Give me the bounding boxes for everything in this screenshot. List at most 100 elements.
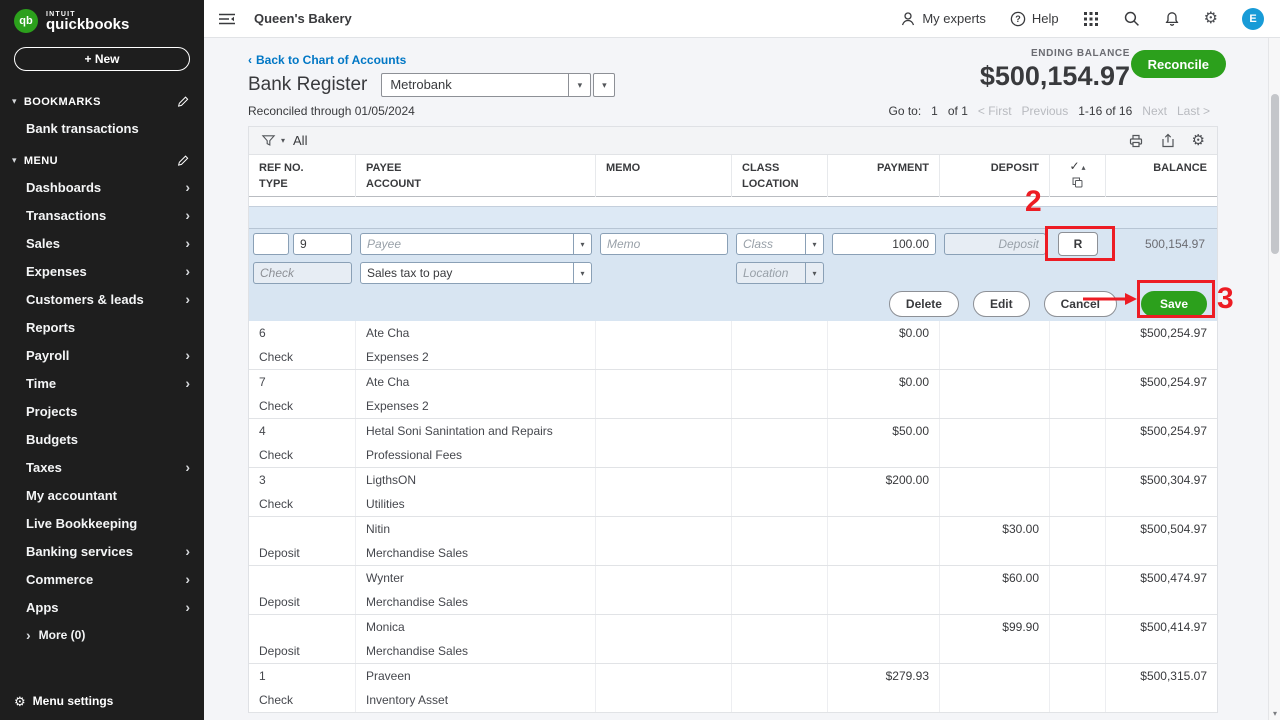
goto-page-input[interactable]: 1 xyxy=(931,104,938,118)
col-memo: MEMO xyxy=(606,160,721,176)
edit-row-balance: 500,154.97 xyxy=(1106,229,1217,259)
sidebar-item-label: Banking services xyxy=(26,544,133,559)
search-icon[interactable] xyxy=(1123,10,1140,27)
chevron-right-icon: › xyxy=(185,460,190,474)
date-input-partial[interactable] xyxy=(253,233,289,255)
sidebar-item[interactable]: Projects xyxy=(0,397,204,425)
sidebar-item[interactable]: Customers & leads› xyxy=(0,285,204,313)
sidebar-item[interactable]: Dashboards› xyxy=(0,173,204,201)
account-select-input[interactable]: Sales tax to pay ▾ xyxy=(360,262,592,284)
vertical-scrollbar[interactable]: ▾ xyxy=(1268,38,1280,720)
topbar: Queen's Bakery My experts ? Help ⚙ E xyxy=(204,0,1280,38)
deposit-input xyxy=(944,233,1046,255)
sidebar-item[interactable]: Reports xyxy=(0,313,204,341)
chevron-right-icon: › xyxy=(185,544,190,558)
sidebar-item-more[interactable]: › More (0) xyxy=(0,621,204,649)
edit-row-line2: Sales tax to pay ▾ Location ▾ xyxy=(249,259,1217,287)
page-title: Bank Register xyxy=(248,74,367,96)
chevron-down-icon: ▾ xyxy=(602,80,607,91)
scroll-down-icon[interactable]: ▾ xyxy=(1269,706,1280,720)
table-settings-gear-icon[interactable]: ⚙ xyxy=(1192,133,1205,148)
register-table: ▾ All ⚙ REF NO.TYPE PAYEEACCOUNT MEMO CL… xyxy=(248,126,1218,713)
sidebar-item-label: My accountant xyxy=(26,488,117,503)
reconcile-status-button[interactable]: R xyxy=(1058,232,1098,256)
sidebar-item[interactable]: Commerce› xyxy=(0,565,204,593)
sidebar-more-label: More (0) xyxy=(39,628,86,642)
table-row[interactable]: 4CheckHetal Soni Sanintation and Repairs… xyxy=(249,419,1217,468)
row-range-label: 1-16 of 16 xyxy=(1078,104,1132,118)
print-icon[interactable] xyxy=(1128,133,1144,149)
delete-button[interactable]: Delete xyxy=(889,291,959,317)
filter-dropdown[interactable]: ▾ All xyxy=(261,133,307,148)
sidebar-item[interactable]: Apps› xyxy=(0,593,204,621)
table-row[interactable]: 6CheckAte ChaExpenses 2$0.00$500,254.97 xyxy=(249,321,1217,370)
location-select: Location ▾ xyxy=(736,262,824,284)
last-page-link[interactable]: Last > xyxy=(1177,104,1210,118)
bookmarks-section-header[interactable]: ▾ BOOKMARKS xyxy=(0,83,204,114)
reconcile-column-sort[interactable]: ✓▴ xyxy=(1054,158,1101,176)
sidebar-item[interactable]: Transactions › xyxy=(0,201,204,229)
sidebar-item[interactable]: Payroll› xyxy=(0,341,204,369)
table-row[interactable]: DepositNitinMerchandise Sales$30.00$500,… xyxy=(249,517,1217,566)
sidebar-item-label: Live Bookkeeping xyxy=(26,516,137,531)
collapse-sidebar-icon[interactable] xyxy=(218,11,236,27)
edit-bookmarks-icon[interactable] xyxy=(177,95,190,108)
export-icon[interactable] xyxy=(1160,133,1176,149)
sidebar-item[interactable]: Taxes› xyxy=(0,453,204,481)
sidebar-item[interactable]: Sales› xyxy=(0,229,204,257)
edit-menu-icon[interactable] xyxy=(177,154,190,167)
edit-row-buttons: Delete Edit Cancel Save xyxy=(249,287,1217,321)
previous-page-link[interactable]: Previous xyxy=(1022,104,1069,118)
copy-icon[interactable] xyxy=(1054,176,1101,189)
sidebar-item[interactable]: My accountant xyxy=(0,481,204,509)
menu-section-header[interactable]: ▾ MENU xyxy=(0,142,204,173)
first-page-link[interactable]: < First xyxy=(978,104,1012,118)
chevron-right-icon: › xyxy=(185,208,190,222)
settings-gear-icon[interactable]: ⚙ xyxy=(1204,11,1218,27)
help-button[interactable]: ? Help xyxy=(1010,11,1059,27)
menu-settings-button[interactable]: ⚙ Menu settings xyxy=(14,694,113,708)
sidebar-item-bank-transactions[interactable]: Bank transactions xyxy=(0,114,204,142)
save-button[interactable]: Save xyxy=(1141,291,1207,317)
table-row[interactable]: DepositMonicaMerchandise Sales$99.90$500… xyxy=(249,615,1217,664)
table-row[interactable]: 7CheckAte ChaExpenses 2$0.00$500,254.97 xyxy=(249,370,1217,419)
apps-grid-icon[interactable] xyxy=(1083,11,1099,27)
table-row[interactable]: 3CheckLigthsONUtilities$200.00$500,304.9… xyxy=(249,468,1217,517)
new-button[interactable]: + New xyxy=(14,47,190,71)
ending-balance-block: ENDING BALANCE $500,154.97 xyxy=(980,48,1130,92)
sidebar-item[interactable]: Banking services › xyxy=(0,537,204,565)
table-row[interactable]: 1CheckPraveenInventory Asset$279.93$500,… xyxy=(249,664,1217,713)
class-select[interactable]: Class ▾ xyxy=(736,233,824,255)
sidebar-item[interactable]: Expenses› xyxy=(0,257,204,285)
ref-no-input[interactable] xyxy=(293,233,352,255)
sidebar-item[interactable]: Live Bookkeeping xyxy=(0,509,204,537)
register-options-button[interactable]: ▾ xyxy=(593,73,615,97)
sidebar: qb INTUIT quickbooks + New ▾ BOOKMARKS B… xyxy=(0,0,204,720)
sidebar-item[interactable]: Time› xyxy=(0,369,204,397)
user-avatar[interactable]: E xyxy=(1242,8,1264,30)
sidebar-item[interactable]: Budgets xyxy=(0,425,204,453)
scrollbar-thumb[interactable] xyxy=(1271,94,1279,254)
table-row[interactable]: DepositWynterMerchandise Sales$60.00$500… xyxy=(249,566,1217,615)
payment-input[interactable] xyxy=(832,233,936,255)
my-experts-button[interactable]: My experts xyxy=(900,11,986,27)
help-label: Help xyxy=(1032,11,1059,26)
col-type: TYPE xyxy=(259,176,345,192)
cancel-button[interactable]: Cancel xyxy=(1044,291,1117,317)
reconcile-button[interactable]: Reconcile xyxy=(1131,50,1226,78)
sidebar-item-label: Transactions xyxy=(26,208,106,223)
quickbooks-logo[interactable]: qb INTUIT quickbooks xyxy=(0,0,204,39)
notifications-bell-icon[interactable] xyxy=(1164,11,1180,27)
sidebar-item-label: Expenses xyxy=(26,264,87,279)
memo-input[interactable] xyxy=(600,233,728,255)
edit-button[interactable]: Edit xyxy=(973,291,1030,317)
bookmarks-label: BOOKMARKS xyxy=(24,96,101,108)
account-select[interactable]: Metrobank ▾ xyxy=(381,73,591,97)
next-page-link[interactable]: Next xyxy=(1142,104,1167,118)
new-transaction-row[interactable] xyxy=(249,207,1217,229)
col-class: CLASS xyxy=(742,160,817,176)
chevron-right-icon: › xyxy=(185,236,190,250)
payee-select[interactable]: Payee ▾ xyxy=(360,233,592,255)
back-to-chart-of-accounts-link[interactable]: ‹ Back to Chart of Accounts xyxy=(248,53,406,67)
sidebar-item-label: Apps xyxy=(26,600,59,615)
